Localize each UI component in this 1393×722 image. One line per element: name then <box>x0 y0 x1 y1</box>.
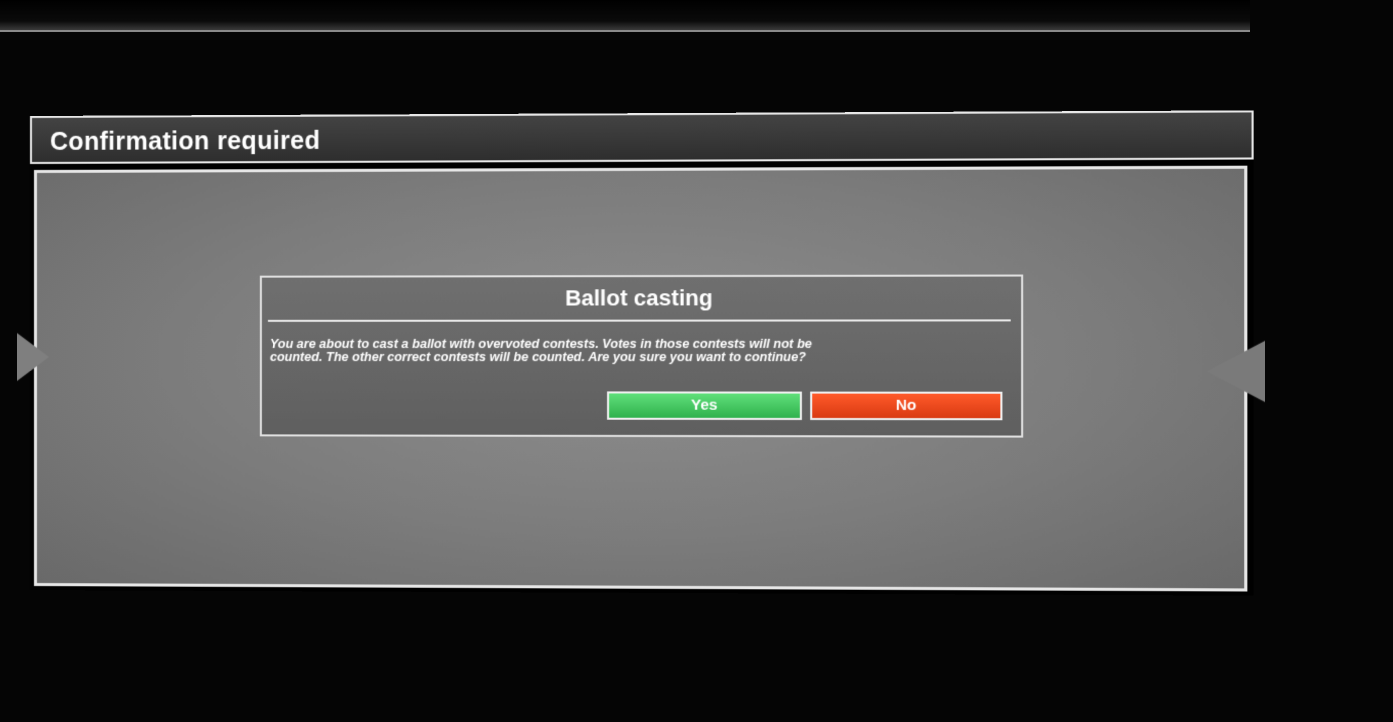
voting-screen: Confirmation required Ballot casting You… <box>17 110 1266 596</box>
dialog-message: You are about to cast a ballot with over… <box>269 337 1007 365</box>
next-page-arrow-icon[interactable] <box>1206 340 1266 403</box>
ballot-casting-dialog: Ballot casting You are about to cast a b… <box>259 274 1024 438</box>
dialog-message-line-2: counted. The other correct contests will… <box>269 349 807 365</box>
previous-page-arrow-icon[interactable] <box>17 332 49 382</box>
dialog-divider <box>267 319 1011 322</box>
yes-button[interactable]: Yes <box>607 391 802 420</box>
dialog-title: Ballot casting <box>565 285 713 311</box>
title-bar: Confirmation required <box>30 110 1254 164</box>
monitor-top-edge <box>0 0 1250 32</box>
window-title: Confirmation required <box>49 126 321 156</box>
no-button[interactable]: No <box>810 391 1003 421</box>
content-panel: Ballot casting You are about to cast a b… <box>17 165 1266 592</box>
